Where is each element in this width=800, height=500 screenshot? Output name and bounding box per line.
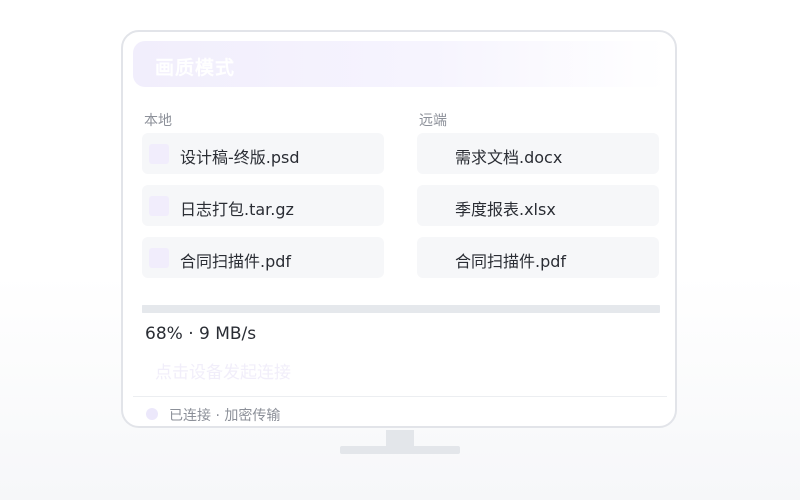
connection-status-dot-icon bbox=[146, 408, 158, 420]
remote-file-name: 合同扫描件.pdf bbox=[455, 252, 567, 271]
mode-title: 画质模式 bbox=[155, 57, 236, 79]
remote-file-item[interactable]: 季度报表.xlsx bbox=[417, 185, 659, 226]
local-file-item[interactable]: 合同扫描件.pdf bbox=[142, 237, 384, 278]
local-file-name: 设计稿-终版.psd bbox=[180, 148, 300, 167]
remote-file-item[interactable]: 需求文档.docx bbox=[417, 133, 659, 174]
local-file-name: 日志打包.tar.gz bbox=[180, 200, 294, 219]
mode-banner[interactable]: 画质模式 bbox=[133, 41, 667, 87]
transfer-status-text: 68% · 9 MB/s bbox=[145, 324, 257, 344]
file-icon bbox=[149, 248, 169, 268]
local-file-name: 合同扫描件.pdf bbox=[180, 252, 292, 271]
monitor-stand-base bbox=[340, 446, 460, 454]
transfer-progress-bar bbox=[142, 305, 660, 313]
local-file-item[interactable]: 设计稿-终版.psd bbox=[142, 133, 384, 174]
remote-column-label: 远端 bbox=[419, 113, 447, 129]
remote-file-item[interactable]: 合同扫描件.pdf bbox=[417, 237, 659, 278]
connect-device-button[interactable]: 点击设备发起连接 bbox=[145, 358, 301, 388]
local-column-label: 本地 bbox=[144, 113, 172, 129]
remote-file-name: 需求文档.docx bbox=[455, 148, 563, 167]
local-file-item[interactable]: 日志打包.tar.gz bbox=[142, 185, 384, 226]
monitor-screen: 画质模式 本地 远端 设计稿-终版.psd 日志打包.tar.gz 合同扫描件.… bbox=[121, 30, 677, 428]
connection-status-text: 已连接 · 加密传输 bbox=[169, 408, 281, 424]
status-divider bbox=[133, 396, 667, 397]
remote-file-name: 季度报表.xlsx bbox=[455, 200, 556, 219]
file-icon bbox=[149, 144, 169, 164]
transfer-progress-fill bbox=[142, 305, 495, 313]
file-icon bbox=[149, 196, 169, 216]
